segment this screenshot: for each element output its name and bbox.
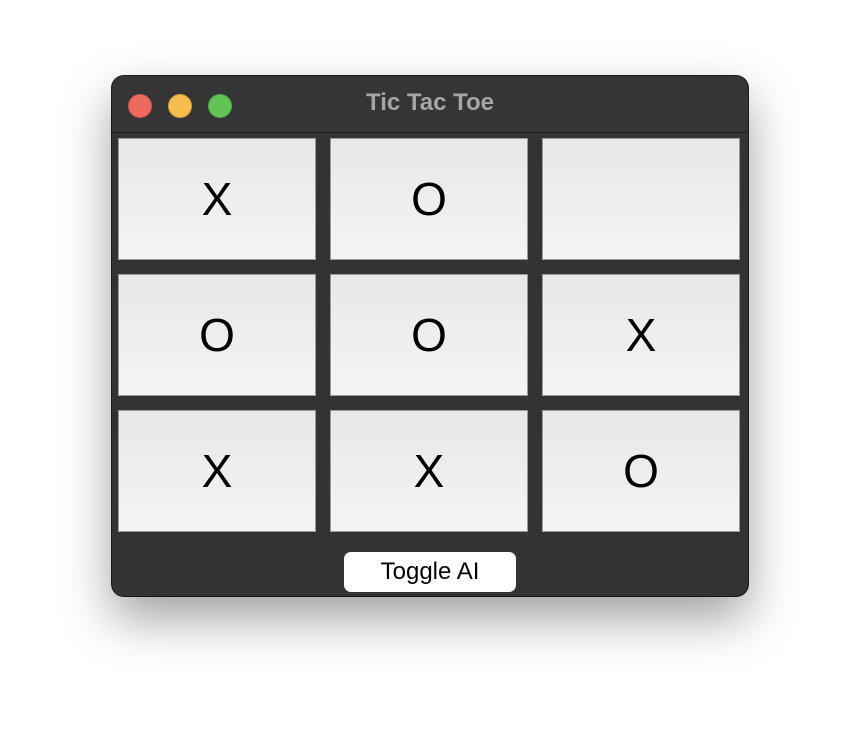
board-cell-1-1[interactable]: O [330,274,528,396]
title-bar[interactable]: Tic Tac Toe [112,76,748,133]
app-window: Tic Tac Toe X O O O X X X O Toggle AI [112,76,748,596]
toggle-ai-button[interactable]: Toggle AI [344,552,516,592]
board-cell-0-1[interactable]: O [330,138,528,260]
board-cell-2-0[interactable]: X [118,410,316,532]
board-cell-0-0[interactable]: X [118,138,316,260]
game-board: X O O O X X X O [118,138,742,534]
board-cell-2-2[interactable]: O [542,410,740,532]
board-cell-1-2[interactable]: X [542,274,740,396]
window-title: Tic Tac Toe [365,89,495,116]
footer-bar: Toggle AI [112,534,748,596]
board-cell-1-0[interactable]: O [118,274,316,396]
board-cell-2-1[interactable]: X [330,410,528,532]
board-cell-0-2[interactable] [542,138,740,260]
